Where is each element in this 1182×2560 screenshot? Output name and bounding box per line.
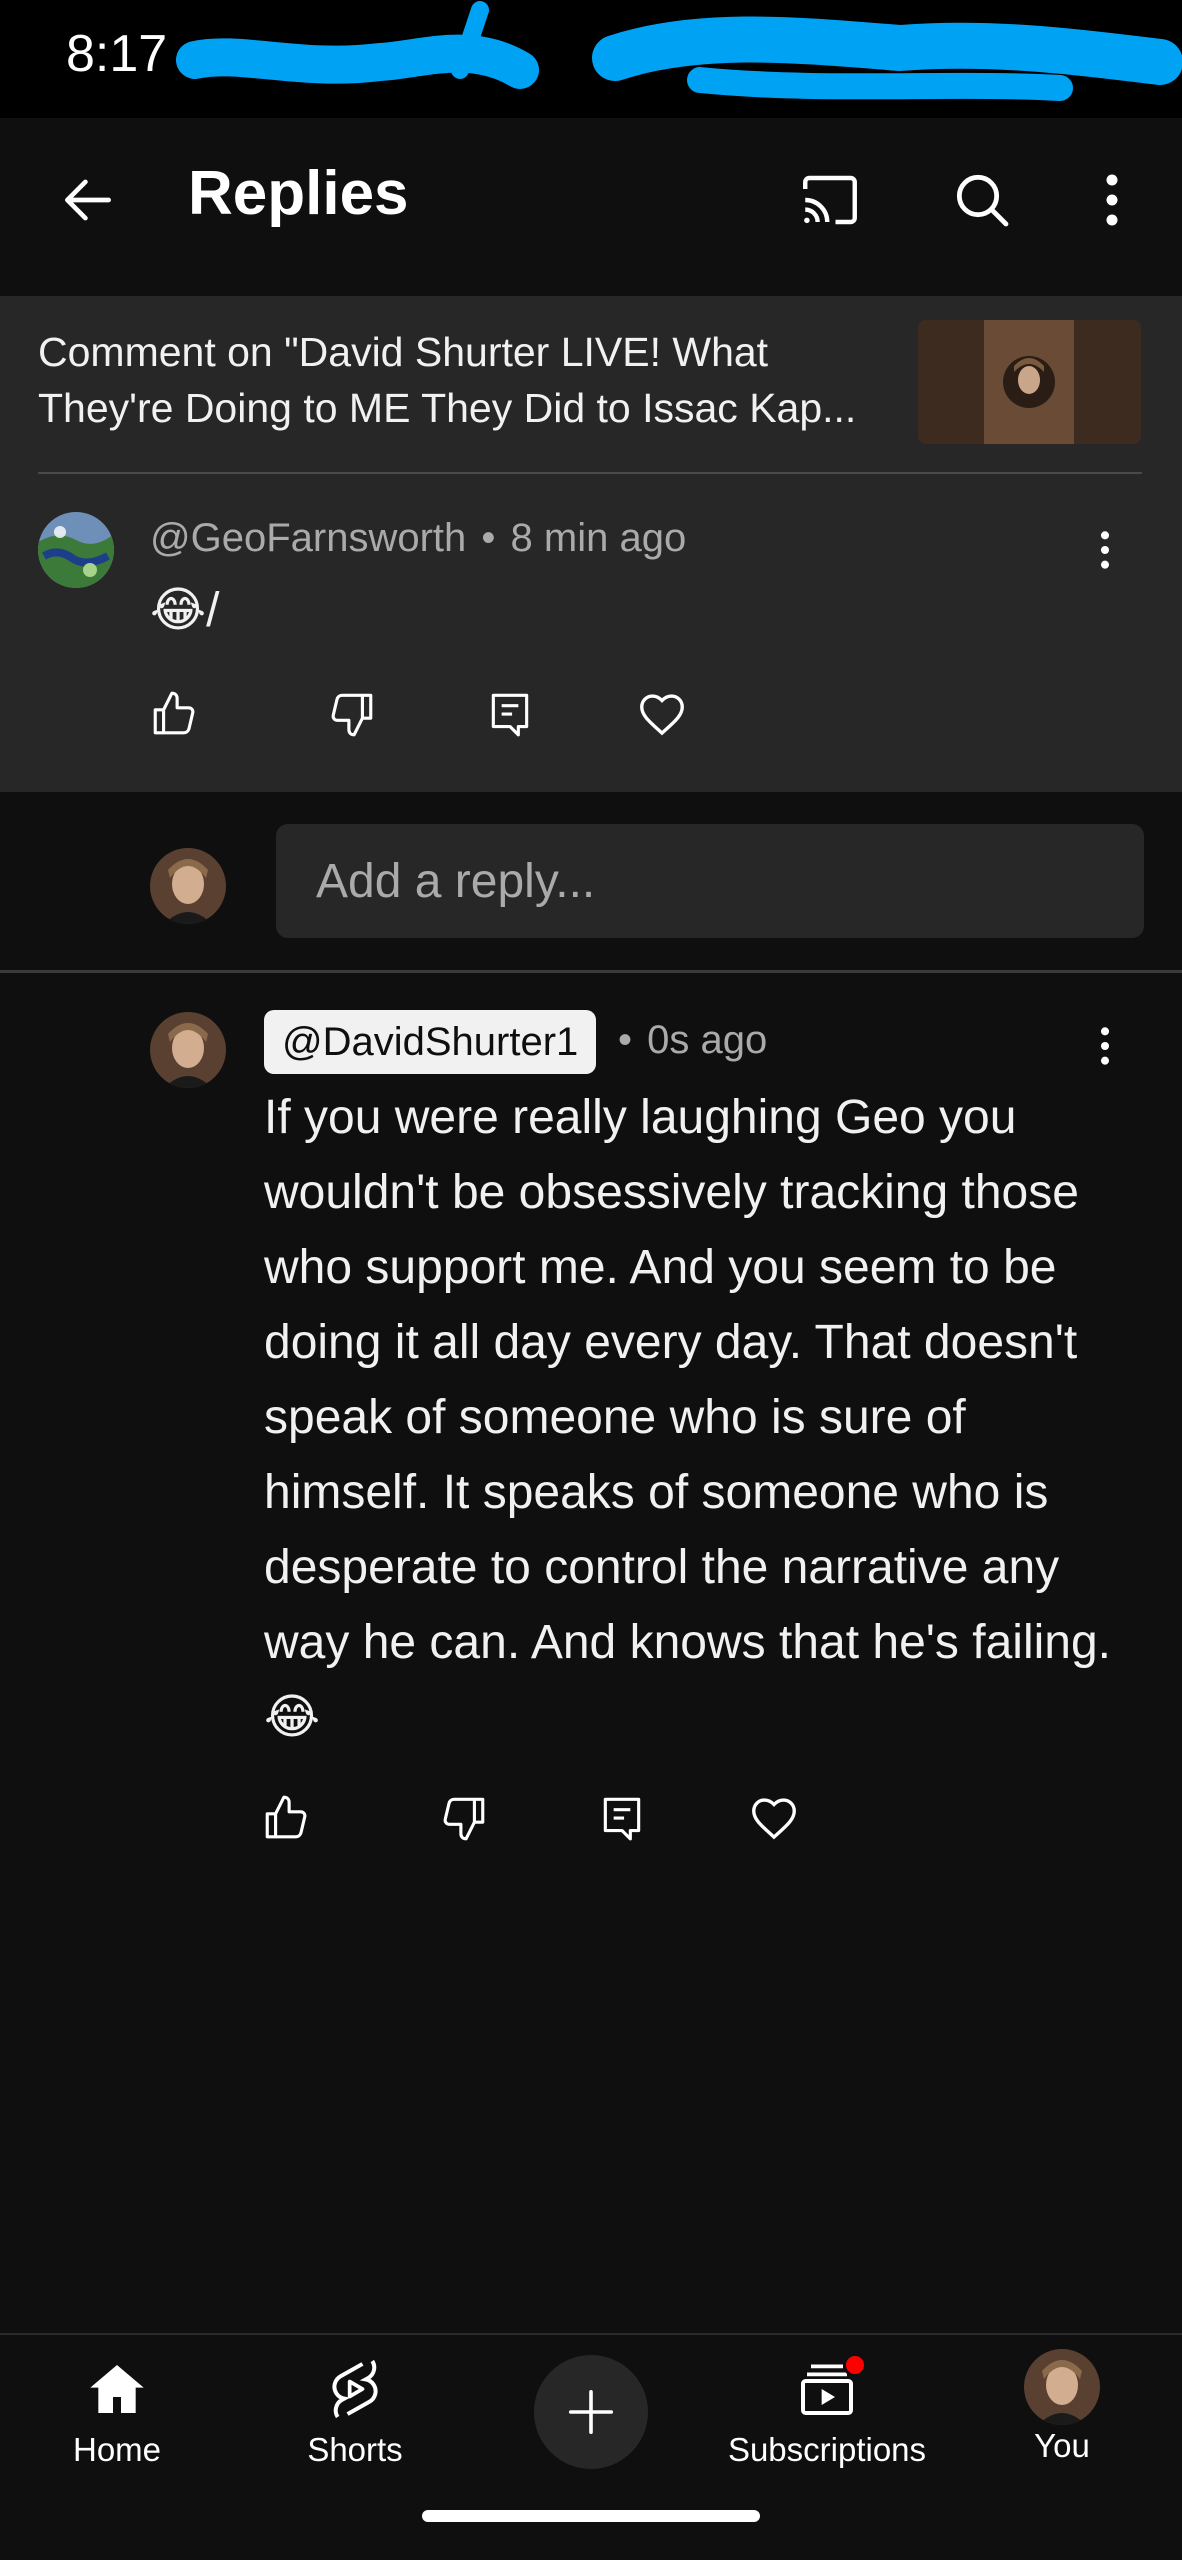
meta-separator: • — [618, 1018, 633, 1062]
heart-button[interactable] — [630, 682, 694, 746]
avatar-image — [150, 1012, 226, 1088]
like-button[interactable] — [254, 1786, 318, 1850]
app-bar: Replies — [0, 118, 1182, 296]
avatar[interactable] — [150, 1012, 226, 1088]
comment-reply-icon — [603, 1797, 641, 1841]
more-vert-icon — [1100, 531, 1110, 569]
notification-dot — [843, 2353, 867, 2377]
comment-options-button[interactable] — [1090, 1018, 1120, 1074]
more-options-button[interactable] — [1070, 158, 1154, 242]
dislike-button[interactable] — [432, 1786, 496, 1850]
back-button[interactable] — [46, 158, 130, 242]
comment-text: If you were really laughing Geo you woul… — [264, 1091, 1112, 1744]
reply-button[interactable] — [590, 1786, 654, 1850]
back-arrow-icon — [65, 179, 111, 221]
nav-home[interactable]: Home — [62, 2357, 172, 2469]
dislike-button[interactable] — [320, 682, 384, 746]
search-button[interactable] — [940, 158, 1024, 242]
heart-button[interactable] — [742, 1786, 806, 1850]
avatar — [1024, 2349, 1100, 2425]
more-vert-icon — [1106, 174, 1118, 226]
nav-subscriptions-label: Subscriptions — [727, 2431, 927, 2468]
bottom-navigation: Home Shorts Subscriptions You — [0, 2333, 1182, 2560]
author-handle[interactable]: @GeoFarnsworth — [150, 516, 466, 560]
nav-you-label: You — [1034, 2427, 1090, 2464]
context-video-title: Comment on "David Shurter LIVE! What The… — [38, 329, 857, 431]
cast-icon — [803, 175, 857, 225]
nav-you[interactable]: You — [1012, 2349, 1112, 2465]
home-indicator[interactable] — [422, 2510, 760, 2522]
avatar-image — [150, 848, 226, 924]
author-handle[interactable]: @DavidShurter1 — [264, 1010, 597, 1074]
nav-subscriptions[interactable]: Subscriptions — [722, 2353, 932, 2469]
comment-context-link[interactable]: Comment on "David Shurter LIVE! What The… — [0, 296, 1182, 474]
avatar[interactable] — [38, 512, 114, 588]
search-icon — [956, 174, 1009, 227]
nav-home-label: Home — [72, 2431, 162, 2468]
parent-comment: @GeoFarnsworth • 8 min ago 😂/ — [0, 474, 1182, 792]
replies-screen: 8:17 Replies Comment on "David Shurter L… — [0, 0, 1182, 2560]
comment-time: 8 min ago — [510, 516, 687, 560]
comment-options-button[interactable] — [1090, 522, 1120, 578]
meta-separator: • — [481, 516, 496, 560]
comment-meta: • 0s ago — [618, 1018, 767, 1063]
comment-time: 0s ago — [647, 1018, 768, 1062]
heart-icon — [752, 1798, 796, 1840]
thumbs-up-icon — [265, 1795, 307, 1839]
page-title: Replies — [188, 159, 409, 228]
shorts-icon — [332, 2359, 378, 2419]
create-button[interactable] — [534, 2355, 648, 2469]
thumbs-down-icon — [443, 1797, 485, 1841]
thumbs-down-icon — [331, 693, 373, 737]
comment-text: 😂/ — [150, 584, 220, 637]
nav-shorts-label: Shorts — [307, 2431, 403, 2468]
comment-reply-icon — [491, 693, 529, 737]
like-button[interactable] — [142, 682, 206, 746]
heart-icon — [640, 694, 684, 736]
reply-input[interactable] — [276, 824, 1144, 938]
avatar-image — [1024, 2349, 1100, 2425]
thumbnail-image — [918, 320, 1141, 444]
more-vert-icon — [1100, 1027, 1110, 1065]
video-thumbnail[interactable] — [918, 320, 1141, 444]
subscriptions-icon-wrap — [795, 2353, 867, 2421]
home-icon — [90, 2365, 144, 2413]
avatar-image — [38, 512, 114, 588]
status-bar: 8:17 — [0, 0, 1182, 118]
comment-meta: @GeoFarnsworth • 8 min ago — [150, 516, 686, 561]
thumbs-up-icon — [153, 691, 195, 735]
current-user-avatar — [150, 848, 226, 924]
divider — [0, 970, 1182, 973]
reply-button[interactable] — [478, 682, 542, 746]
add-reply-area — [0, 792, 1182, 970]
cast-button[interactable] — [788, 158, 872, 242]
redaction-scribble — [176, 1, 1182, 101]
plus-icon — [568, 2389, 614, 2435]
nav-shorts[interactable]: Shorts — [295, 2357, 415, 2469]
